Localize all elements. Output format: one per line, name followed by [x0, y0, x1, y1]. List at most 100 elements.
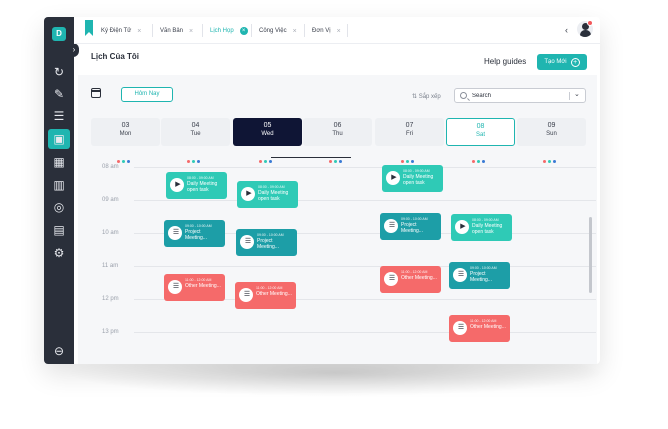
briefcase-icon[interactable]: ▤: [48, 220, 70, 240]
help-guides-link[interactable]: Help guides: [484, 57, 526, 66]
day-name: Mon: [119, 131, 132, 137]
event-dot: [548, 160, 551, 163]
close-icon[interactable]: ×: [239, 27, 248, 35]
calendar-icon[interactable]: ▣: [48, 129, 70, 149]
event-title: Other Meeting...: [256, 291, 292, 297]
event-card[interactable]: ▶ 08:00 - 09:00 AM Daily Meeting open ta…: [166, 172, 227, 199]
event-card[interactable]: ▶ 08:00 - 09:00 AM Daily Meeting open ta…: [451, 214, 512, 241]
event-dot: [482, 160, 485, 163]
day-number: 03: [121, 122, 130, 129]
grid-icon[interactable]: ▦: [48, 152, 70, 172]
close-icon[interactable]: ×: [137, 28, 141, 35]
list-icon: ☰: [168, 280, 182, 294]
day-name: Tue: [190, 131, 201, 137]
event-dots: [543, 150, 563, 163]
event-title: Daily Meeting open task: [258, 190, 289, 202]
day-number: 08: [476, 123, 485, 130]
hour-label: 13 pm: [102, 329, 119, 335]
create-button[interactable]: Tạo Mới +: [537, 54, 587, 70]
logout-icon[interactable]: ⊖: [48, 341, 70, 361]
event-dot: [339, 160, 342, 163]
event-title: Project Meeting...: [185, 229, 207, 241]
hour-label: 08 am: [102, 164, 119, 170]
video-icon: ▶: [170, 178, 184, 192]
close-icon[interactable]: ×: [293, 28, 297, 35]
tab-label: Văn Bản: [160, 28, 184, 34]
app-window: D ↻ ✎ ☰ ▣ ▦ ▥ ◎ ▤ ⚙ ⊖ › Ký Điện Tử × Văn…: [44, 17, 600, 364]
calendar-icon: [91, 88, 101, 98]
tab-cong-viec[interactable]: Công Việc ×: [259, 25, 297, 37]
list-icon: ☰: [453, 321, 467, 335]
event-time: 08:00 - 09:00 AM: [403, 169, 430, 173]
event-time: 09:00 - 10:00 AM: [257, 233, 284, 237]
page-title: Lịch Của Tôi: [91, 52, 139, 61]
event-dot: [127, 160, 130, 163]
event-dot: [117, 160, 120, 163]
scrollbar[interactable]: [589, 217, 592, 293]
target-icon[interactable]: ◎: [48, 197, 70, 217]
event-card[interactable]: ☰ 11:00 - 12:00 AM Other Meeting...: [164, 274, 225, 301]
edit-icon[interactable]: ✎: [48, 84, 70, 104]
tab-bar: Ký Điện Tử × Văn Bản × Lịch Họp × Công V…: [74, 17, 600, 44]
selected-day-indicator: [271, 157, 351, 158]
event-dot: [406, 160, 409, 163]
tab-label: Công Việc: [259, 28, 287, 34]
event-dot: [334, 160, 337, 163]
day-sat[interactable]: 08 Sat: [446, 118, 515, 146]
day-mon[interactable]: 03 Mon: [91, 118, 160, 146]
day-tue[interactable]: 04 Tue: [161, 118, 230, 146]
sort-button[interactable]: ⇅ Sắp xếp: [412, 93, 441, 100]
event-card[interactable]: ▶ 08:00 - 09:00 AM Daily Meeting open ta…: [382, 165, 443, 192]
refresh-icon[interactable]: ↻: [48, 62, 70, 82]
event-dot: [329, 160, 332, 163]
event-title: Daily Meeting open task: [187, 181, 218, 193]
event-card[interactable]: ☰ 09:00 - 10:00 AM Project Meeting...: [164, 220, 225, 247]
search-box[interactable]: ⌄: [454, 88, 586, 103]
tab-label: Lịch Họp: [210, 28, 234, 34]
day-wed[interactable]: 05 Wed: [233, 118, 302, 146]
event-title: Project Meeting...: [470, 271, 492, 283]
tab-label: Ký Điện Tử: [101, 28, 132, 34]
tab-ky-dien-tu[interactable]: Ký Điện Tử ×: [101, 25, 141, 37]
chevron-left-icon[interactable]: ‹: [565, 25, 568, 35]
day-fri[interactable]: 07 Fri: [375, 118, 444, 146]
columns-icon[interactable]: ▥: [48, 175, 70, 195]
event-time: 11:00 - 12:00 AM: [256, 286, 283, 290]
event-dot: [543, 160, 546, 163]
tab-lich-hop[interactable]: Lịch Họp ×: [210, 25, 248, 37]
video-icon: ▶: [455, 220, 469, 234]
event-card[interactable]: ☰ 11:00 - 12:00 AM Other Meeting...: [235, 282, 296, 309]
create-button-label: Tạo Mới: [544, 59, 567, 65]
event-card[interactable]: ☰ 09:00 - 10:00 AM Project Meeting...: [449, 262, 510, 289]
sidebar-collapse-button[interactable]: ›: [69, 43, 79, 57]
day-thu[interactable]: 06 Thu: [303, 118, 372, 146]
tab-van-ban[interactable]: Văn Bản ×: [160, 25, 193, 37]
event-card[interactable]: ☰ 11:00 - 12:00 AM Other Meeting...: [449, 315, 510, 342]
hour-label: 10 am: [102, 230, 119, 236]
tab-divider: [347, 24, 348, 37]
day-name: Thu: [332, 131, 343, 137]
day-sun[interactable]: 09 Sun: [517, 118, 586, 146]
close-icon[interactable]: ×: [189, 28, 193, 35]
event-card[interactable]: ☰ 09:00 - 10:00 AM Project Meeting...: [380, 213, 441, 240]
tab-don-vi[interactable]: Đơn Vị ×: [312, 25, 341, 37]
event-card[interactable]: ☰ 09:00 - 10:00 AM Project Meeting...: [236, 229, 297, 256]
list-icon: ☰: [239, 288, 253, 302]
close-icon[interactable]: ×: [337, 28, 341, 35]
event-card[interactable]: ☰ 11:00 - 12:00 AM Other Meeting...: [380, 266, 441, 293]
settings-icon[interactable]: ⚙: [48, 243, 70, 263]
search-input[interactable]: [472, 91, 562, 101]
chevron-down-icon[interactable]: ⌄: [574, 90, 580, 98]
event-title: Daily Meeting open task: [403, 174, 434, 186]
bookmark-icon: [85, 20, 93, 36]
stage: D ↻ ✎ ☰ ▣ ▦ ▥ ◎ ▤ ⚙ ⊖ › Ký Điện Tử × Văn…: [0, 0, 668, 429]
today-button[interactable]: Hôm Nay: [121, 87, 173, 102]
document-icon[interactable]: ☰: [48, 106, 70, 126]
event-title: Other Meeting...: [185, 283, 221, 289]
event-title: Other Meeting...: [401, 275, 437, 281]
event-dots: [472, 150, 492, 163]
event-card[interactable]: ▶ 08:00 - 09:00 AM Daily Meeting open ta…: [237, 181, 298, 208]
app-logo[interactable]: D: [52, 27, 66, 41]
sort-label: Sắp xếp: [418, 94, 441, 100]
event-dot: [269, 160, 272, 163]
